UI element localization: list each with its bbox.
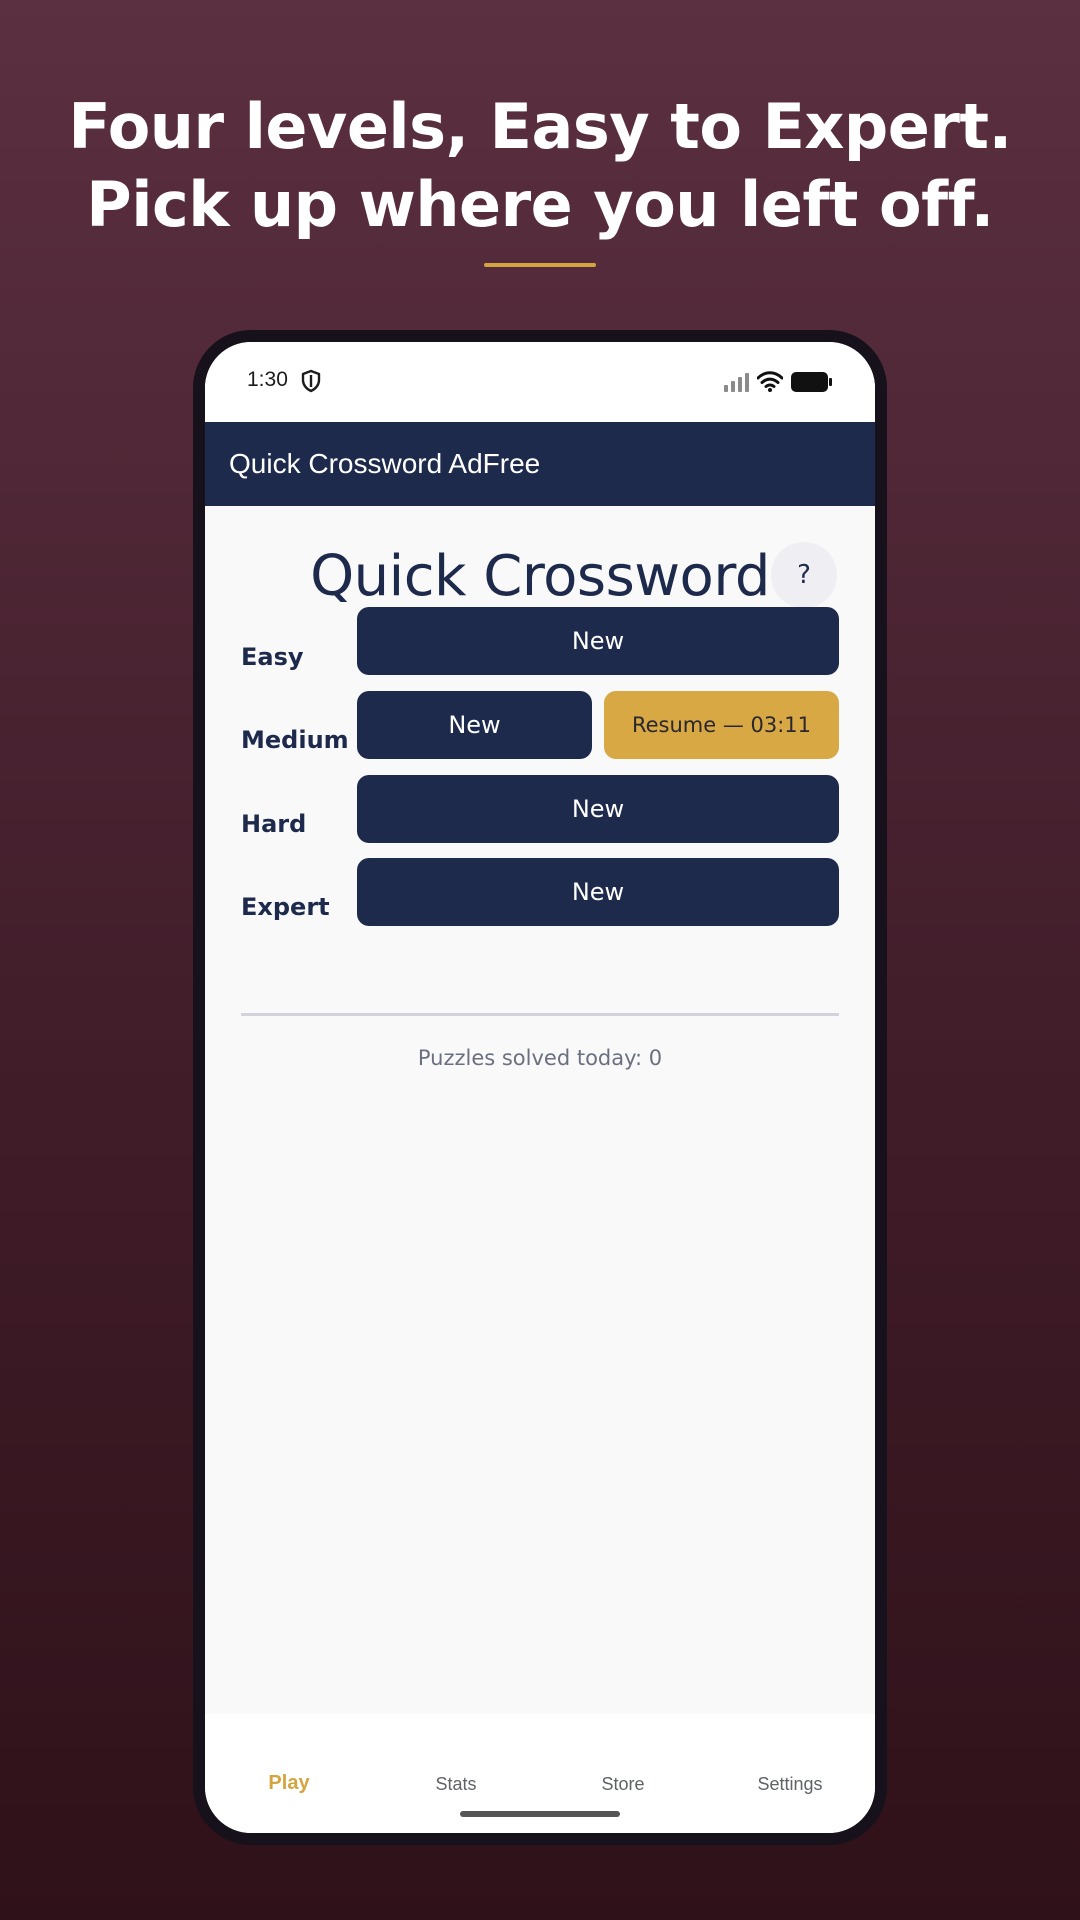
app-bar-title: Quick Crossword AdFree — [229, 448, 541, 479]
home-indicator[interactable] — [460, 1811, 620, 1817]
medium-resume-button[interactable]: Resume — 03:11 — [604, 691, 839, 759]
divider — [241, 1013, 839, 1016]
medium-new-button[interactable]: New — [357, 691, 592, 759]
battery-icon — [791, 372, 832, 392]
level-label-easy: Easy — [241, 643, 304, 671]
easy-new-button[interactable]: New — [357, 607, 839, 675]
nav-item-settings[interactable]: Settings — [706, 1774, 874, 1795]
level-label-medium: Medium — [241, 726, 349, 754]
puzzles-solved-text: Puzzles solved today: 0 — [417, 1046, 663, 1070]
nav-item-stats[interactable]: Stats — [372, 1774, 540, 1795]
help-button[interactable]: ? — [771, 542, 837, 608]
headline-underline — [484, 263, 596, 267]
hard-new-button[interactable]: New — [357, 775, 839, 843]
phone-screen: 1:30 Quick Crossword AdFree Quick Crossw… — [205, 342, 875, 1833]
status-bar: 1:30 — [205, 342, 875, 422]
status-time: 1:30 — [247, 368, 288, 391]
level-label-hard: Hard — [241, 810, 307, 838]
promo-headline: Four levels, Easy to Expert. Pick up whe… — [0, 88, 1080, 244]
main-content: Quick Crossword ? AdFree by BigT Easy Ne… — [205, 506, 875, 1714]
shield-icon — [301, 369, 321, 393]
headline-line-1: Four levels, Easy to Expert. — [68, 90, 1012, 163]
level-label-expert: Expert — [241, 893, 330, 921]
phone-frame: 1:30 Quick Crossword AdFree Quick Crossw… — [193, 330, 887, 1845]
signal-icon — [724, 373, 749, 392]
app-bar: Quick Crossword AdFree — [205, 422, 875, 506]
nav-item-store[interactable]: Store — [539, 1774, 707, 1795]
nav-item-play[interactable]: Play — [205, 1772, 373, 1795]
wifi-icon — [757, 371, 783, 392]
expert-new-button[interactable]: New — [357, 858, 839, 926]
headline-line-2: Pick up where you left off. — [86, 168, 994, 241]
